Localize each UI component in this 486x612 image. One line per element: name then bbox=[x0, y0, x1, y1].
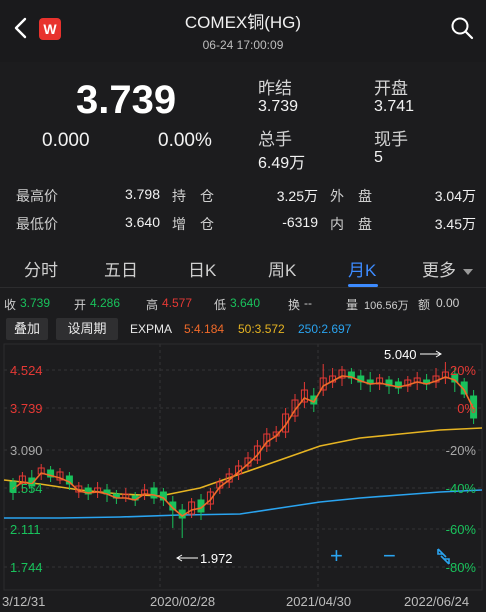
oi-change-value: -6319 bbox=[282, 214, 318, 230]
ema250-value: 250:2.697 bbox=[298, 322, 352, 336]
volume-label: 总手 bbox=[258, 130, 292, 149]
prev-close-value: 3.739 bbox=[258, 98, 299, 115]
open-label: 开盘 bbox=[374, 79, 408, 98]
close-label: 收 bbox=[4, 298, 17, 312]
ema5-value: 5:4.184 bbox=[184, 322, 225, 336]
quote-datetime: 06-24 17:00:09 bbox=[202, 38, 284, 52]
open-value: 3.741 bbox=[374, 98, 415, 115]
price-change: 0.000 bbox=[42, 130, 90, 151]
low-value: 3.640 bbox=[230, 296, 261, 310]
page-title: COMEX铜(HG) bbox=[184, 13, 302, 32]
inner-value: 3.45万 bbox=[434, 216, 476, 232]
high-label: 高 bbox=[146, 298, 159, 312]
ema50-value: 50:3.572 bbox=[238, 322, 285, 336]
date-tick-label: 3/12/31 bbox=[2, 594, 45, 609]
high-label: 最高价 bbox=[16, 188, 58, 204]
price-tick-label: 1.744 bbox=[10, 560, 43, 575]
open-label: 开 bbox=[74, 298, 87, 312]
pct-tick-label: -80% bbox=[446, 560, 477, 575]
zoom-out-icon: − bbox=[383, 543, 396, 568]
tab-daily-k[interactable]: 日K bbox=[188, 256, 216, 281]
zoom-in-icon: + bbox=[330, 543, 343, 568]
open-interest-label: 持 仓 bbox=[172, 188, 214, 204]
price-tick-label: 4.524 bbox=[10, 363, 43, 378]
tab-five-day[interactable]: 五日 bbox=[104, 256, 138, 281]
price-tick-label: 3.090 bbox=[10, 443, 43, 458]
vol-value: 106.56万 bbox=[364, 300, 409, 312]
pct-tick-label: -60% bbox=[446, 522, 477, 537]
turnover-label: 换 bbox=[288, 298, 301, 312]
open-interest-value: 3.25万 bbox=[276, 188, 318, 204]
min-label: 1.972 bbox=[200, 551, 233, 566]
vol-label: 量 bbox=[346, 298, 359, 312]
price-tick-label: 2.111 bbox=[10, 522, 41, 537]
date-tick-label: 2022/06/24 bbox=[404, 594, 469, 609]
pct-tick-label: -40% bbox=[446, 481, 477, 496]
price-change-pct: 0.00% bbox=[158, 130, 212, 151]
amount-value: 0.00 bbox=[436, 296, 460, 310]
outer-value: 3.04万 bbox=[434, 188, 476, 204]
tab-intraday[interactable]: 分时 bbox=[24, 256, 58, 281]
close-value: 3.739 bbox=[20, 296, 51, 310]
low-value: 3.640 bbox=[124, 214, 160, 230]
low-label: 最低价 bbox=[16, 216, 58, 232]
tab-weekly-k[interactable]: 周K bbox=[268, 256, 296, 281]
high-value: 3.798 bbox=[124, 186, 160, 202]
price-tick-label: 3.739 bbox=[10, 401, 43, 416]
tab-monthly-k[interactable]: 月K bbox=[348, 256, 376, 281]
zoom-out-button[interactable]: − bbox=[383, 543, 396, 568]
high-value: 4.577 bbox=[162, 296, 193, 310]
active-tab-indicator bbox=[348, 284, 378, 287]
tab-more[interactable]: 更多 bbox=[422, 256, 473, 281]
volume-value: 6.49万 bbox=[258, 155, 306, 172]
caret-down-icon bbox=[462, 269, 473, 275]
kline-chart[interactable]: 4.524 3.739 3.090 2.554 2.111 1.744 20% 0% -20% -… bbox=[0, 342, 486, 612]
pct-tick-label: 0% bbox=[457, 401, 476, 416]
amount-label: 额 bbox=[418, 298, 431, 312]
chart-toolbar: 叠加 设周期 EXPMA 5:4.184 50:3.572 250:2.697 bbox=[0, 316, 486, 340]
date-tick-label: 2021/04/30 bbox=[286, 594, 351, 609]
pct-tick-label: -20% bbox=[446, 443, 477, 458]
indicator-name[interactable]: EXPMA bbox=[130, 322, 172, 336]
kline-info-row: 收 3.739 开 4.286 高 4.577 低 3.640 换 -- 量 1… bbox=[0, 294, 486, 314]
outer-label: 外 盘 bbox=[330, 188, 372, 204]
open-value: 4.286 bbox=[90, 296, 121, 310]
date-tick-label: 2020/02/28 bbox=[150, 594, 215, 609]
max-label: 5.040 bbox=[384, 347, 417, 362]
oi-change-label: 增 仓 bbox=[172, 216, 214, 232]
zoom-in-button[interactable]: + bbox=[330, 543, 343, 568]
price-tick-label: 2.554 bbox=[10, 481, 43, 496]
low-label: 低 bbox=[214, 298, 227, 312]
period-tabs: 分时 五日 日K 周K 月K 更多 bbox=[0, 246, 486, 288]
current-hand-label: 现手 bbox=[374, 130, 408, 149]
overlay-button[interactable]: 叠加 bbox=[6, 318, 48, 340]
search-icon[interactable] bbox=[450, 16, 474, 40]
tab-more-label: 更多 bbox=[422, 261, 456, 280]
pct-tick-label: 20% bbox=[450, 363, 476, 378]
set-period-button[interactable]: 设周期 bbox=[56, 318, 118, 340]
prev-close-label: 昨结 bbox=[258, 79, 292, 98]
top-bar: W COMEX铜(HG) 06-24 17:00:09 bbox=[0, 0, 486, 62]
turnover-value: -- bbox=[304, 296, 312, 310]
last-price: 3.739 bbox=[76, 78, 177, 122]
current-hand-value: 5 bbox=[374, 149, 383, 166]
inner-label: 内 盘 bbox=[330, 216, 372, 232]
